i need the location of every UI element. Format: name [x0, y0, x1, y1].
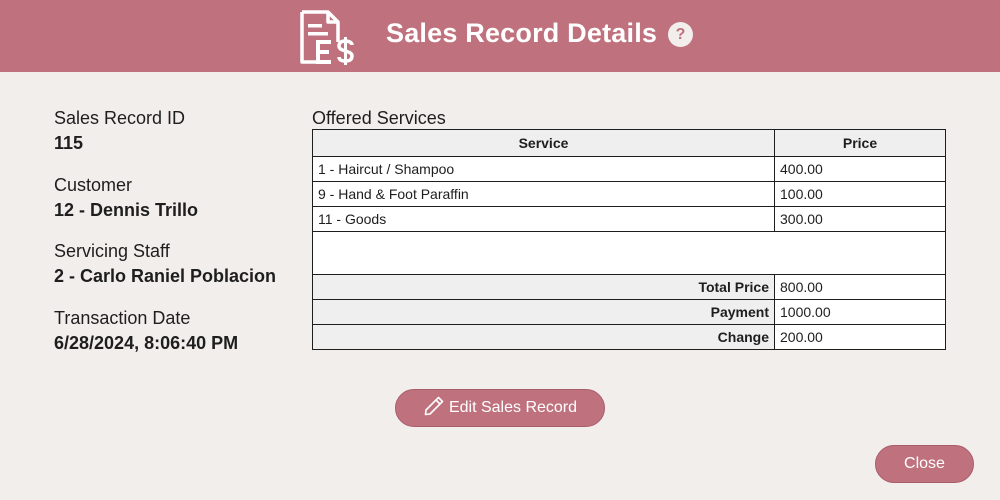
services-table: Service Price 1 - Haircut / Shampoo 400.… — [312, 129, 946, 350]
offered-services-title: Offered Services — [312, 108, 446, 128]
service-cell: 1 - Haircut / Shampoo — [312, 156, 775, 182]
table-spacer-row — [312, 231, 946, 275]
change-label: Change — [312, 324, 775, 350]
servicing-staff-field: Servicing Staff 2 - Carlo Raniel Poblaci… — [54, 241, 276, 287]
total-price-label: Total Price — [312, 274, 775, 300]
table-header-row: Service Price — [312, 129, 946, 157]
help-icon[interactable]: ? — [668, 22, 693, 47]
sales-record-id-field: Sales Record ID 115 — [54, 108, 185, 154]
payment-value: 1000.00 — [774, 299, 946, 325]
change-value: 200.00 — [774, 324, 946, 350]
total-price-value: 800.00 — [774, 274, 946, 300]
customer-label: Customer — [54, 175, 133, 195]
column-header-service: Service — [312, 129, 775, 157]
price-cell: 400.00 — [774, 156, 946, 182]
empty-cell — [312, 231, 946, 275]
customer-value: 12 - Dennis Trillo — [54, 200, 199, 220]
payment-row: Payment 1000.00 — [312, 299, 946, 325]
page-header: Sales Record Details ? — [0, 0, 1000, 72]
close-button[interactable]: Close — [875, 445, 974, 483]
sales-receipt-dollar-icon — [298, 8, 356, 66]
payment-label: Payment — [312, 299, 775, 325]
edit-sales-record-label: Edit Sales Record — [448, 399, 578, 416]
change-row: Change 200.00 — [312, 324, 946, 350]
price-cell: 100.00 — [774, 181, 946, 207]
transaction-date-value: 6/28/2024, 8:06:40 PM — [54, 333, 239, 353]
page-title: Sales Record Details — [386, 18, 658, 48]
transaction-date-field: Transaction Date 6/28/2024, 8:06:40 PM — [54, 308, 238, 354]
table-row: 9 - Hand & Foot Paraffin 100.00 — [312, 181, 946, 207]
close-button-label: Close — [904, 455, 945, 472]
service-cell: 11 - Goods — [312, 206, 775, 232]
price-cell: 300.00 — [774, 206, 946, 232]
pencil-icon — [423, 395, 449, 422]
service-cell: 9 - Hand & Foot Paraffin — [312, 181, 775, 207]
edit-sales-record-button[interactable]: Edit Sales Record — [395, 389, 605, 427]
table-row: 1 - Haircut / Shampoo 400.00 — [312, 156, 946, 182]
sales-record-id-value: 115 — [54, 133, 84, 153]
customer-field: Customer 12 - Dennis Trillo — [54, 175, 198, 221]
sales-record-id-label: Sales Record ID — [54, 108, 186, 128]
total-price-row: Total Price 800.00 — [312, 274, 946, 300]
column-header-price: Price — [774, 129, 946, 157]
transaction-date-label: Transaction Date — [54, 308, 191, 328]
servicing-staff-value: 2 - Carlo Raniel Poblacion — [54, 266, 277, 286]
table-row: 11 - Goods 300.00 — [312, 206, 946, 232]
servicing-staff-label: Servicing Staff — [54, 241, 170, 261]
